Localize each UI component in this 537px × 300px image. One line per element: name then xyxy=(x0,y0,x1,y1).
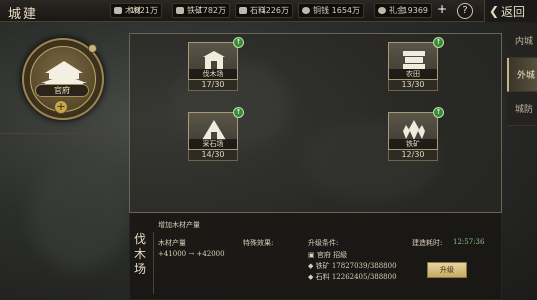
build-time-label: 建造耗时: xyxy=(412,239,443,247)
build-time-value: 12:57:36 xyxy=(453,238,485,246)
resource-stone: 石料 1226万 xyxy=(235,3,293,18)
building-iron-mine[interactable]: 铁矿 12/30 ↑ xyxy=(388,107,444,161)
back-arrow-icon: ❮ xyxy=(489,4,500,18)
emblem-badge-icon xyxy=(88,44,97,53)
page-title: 城建 xyxy=(8,7,39,22)
back-button[interactable]: ❮ 返回 xyxy=(484,0,537,22)
add-currency-button[interactable]: + xyxy=(436,3,448,16)
iron-mine-icon xyxy=(403,120,425,140)
building-lumber-mill[interactable]: 伐木场 17/30 ↑ xyxy=(188,37,244,91)
output-label: 木材产量 xyxy=(158,239,186,247)
building-quarry[interactable]: 采石场 14/30 ↑ xyxy=(188,107,244,161)
divider xyxy=(0,133,122,134)
hall-icon: ▣ xyxy=(308,251,317,259)
wood-icon xyxy=(114,7,122,14)
stone-icon xyxy=(239,7,247,14)
upgrade-available-icon: ↑ xyxy=(433,37,444,48)
resource-gift: 礼金 19369 xyxy=(374,3,432,18)
emblem-name: 官府 xyxy=(35,84,89,97)
emblem-upgrade-button[interactable]: + xyxy=(54,100,68,114)
divider xyxy=(153,232,154,294)
resource-coin: 铜钱 1654万 xyxy=(298,3,364,18)
upgrade-button[interactable]: 升级 xyxy=(427,262,467,278)
upgrade-available-icon: ↑ xyxy=(433,107,444,118)
background-scene xyxy=(30,160,130,270)
output-change: +41000 → +42000 xyxy=(158,250,225,258)
selected-building-name: 伐木场 xyxy=(134,232,147,276)
building-description: 增加木材产量 xyxy=(158,221,200,229)
iron-icon xyxy=(176,7,184,14)
special-effect-label: 特殊效果: xyxy=(243,239,274,247)
gift-icon xyxy=(378,7,386,14)
condition-requirement: ▣ 官府 招級 xyxy=(308,251,348,259)
tab-inner-city[interactable]: 内城 xyxy=(507,24,537,58)
tab-city-defense[interactable]: 城防 xyxy=(507,92,537,126)
lumber-mill-icon xyxy=(203,51,225,69)
upgrade-condition-label: 升级条件: xyxy=(308,239,339,247)
tab-outer-city[interactable]: 外城 xyxy=(507,58,537,92)
iron-icon: ◆ xyxy=(308,262,316,270)
condition-iron: ◆ 铁矿 17827039/388800 xyxy=(308,262,397,270)
stone-icon: ◆ xyxy=(308,273,316,281)
coin-icon xyxy=(302,7,310,14)
farm-icon xyxy=(403,51,425,69)
help-button[interactable]: ? xyxy=(457,3,473,19)
upgrade-available-icon: ↑ xyxy=(233,37,244,48)
condition-stone: ◆ 石料 12262405/388800 xyxy=(308,273,397,281)
quarry-icon xyxy=(202,120,226,140)
resource-iron: 铁矿 1782万 xyxy=(172,3,230,18)
building-farm[interactable]: 农田 13/30 ↑ xyxy=(388,37,444,91)
resource-wood: 木材 1821万 xyxy=(110,3,162,18)
upgrade-available-icon: ↑ xyxy=(233,107,244,118)
